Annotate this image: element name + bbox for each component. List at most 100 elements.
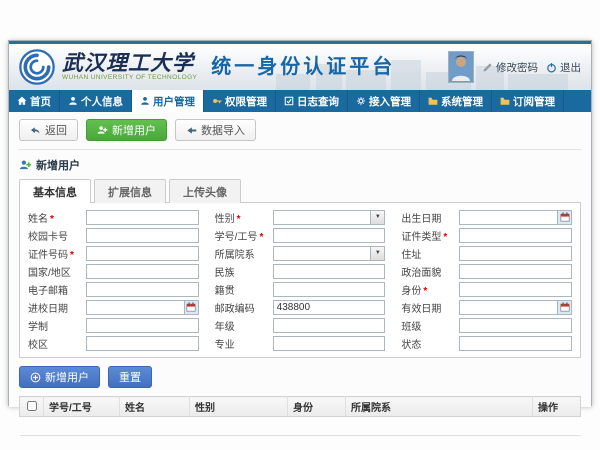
nav-item-home[interactable]: 首页: [9, 90, 60, 112]
data-import-button[interactable]: 数据导入: [175, 119, 256, 141]
toolbar: 返回 新增用户 数据导入: [19, 119, 581, 150]
country-input[interactable]: [86, 264, 199, 279]
chevron-down-icon[interactable]: ▼: [370, 247, 384, 260]
nav-item-access[interactable]: 接入管理: [348, 90, 420, 112]
nav-item-profile[interactable]: 个人信息: [60, 90, 132, 112]
add-user-label: 新增用户: [112, 122, 156, 138]
reset-label: 重置: [119, 369, 141, 385]
id-type-input[interactable]: [459, 228, 572, 243]
logout-link[interactable]: 退出: [546, 60, 581, 75]
add-user-toolbar-button[interactable]: 新增用户: [86, 119, 167, 141]
pencil-icon: [482, 62, 493, 73]
name-input[interactable]: [86, 210, 199, 225]
nav-label: 接入管理: [369, 94, 411, 109]
calendar-icon[interactable]: [557, 301, 571, 314]
users-table: 学号/工号 姓名 性别 身份 所属院系 操作: [19, 396, 581, 436]
entry-date-input[interactable]: [86, 300, 199, 315]
import-arrow-icon: [186, 125, 197, 136]
nav-item-user-management[interactable]: 用户管理: [132, 90, 204, 112]
email-input[interactable]: [86, 282, 199, 297]
birthdate-input[interactable]: [459, 210, 572, 225]
change-password-link[interactable]: 修改密码: [482, 60, 538, 75]
logout-label: 退出: [560, 60, 581, 75]
gender-select[interactable]: [273, 210, 386, 225]
reset-button[interactable]: 重置: [108, 366, 152, 388]
app-window: 武汉理工大学 WUHAN UNIVERSITY OF TECHNOLOGY 统一…: [8, 40, 592, 406]
back-button[interactable]: 返回: [19, 119, 78, 141]
page-title: 统一身份认证平台: [211, 50, 395, 79]
home-icon: [17, 96, 27, 106]
nav-item-permissions[interactable]: 权限管理: [204, 90, 276, 112]
tab-upload-avatar[interactable]: 上传头像: [169, 179, 241, 203]
calendar-icon[interactable]: [184, 301, 198, 314]
ethnicity-input[interactable]: [273, 264, 386, 279]
import-label: 数据导入: [201, 122, 245, 138]
postal-code-input[interactable]: [273, 300, 386, 315]
form-field-campus: 校区: [28, 335, 199, 351]
person-plus-icon: [19, 159, 32, 172]
political-status-input[interactable]: [459, 264, 572, 279]
field-label: 电子邮箱: [28, 282, 86, 297]
tab-extended-info[interactable]: 扩展信息: [94, 179, 166, 203]
field-label: 班级: [401, 318, 459, 333]
campus-input[interactable]: [86, 336, 199, 351]
empty-table-row: [20, 417, 581, 436]
form-field-major: 专业: [215, 335, 386, 351]
nav-label: 首页: [30, 94, 51, 109]
submit-add-user-button[interactable]: 新增用户: [19, 366, 100, 388]
select-all-cell: [20, 397, 44, 417]
header: 武汉理工大学 WUHAN UNIVERSITY OF TECHNOLOGY 统一…: [9, 44, 591, 90]
field-label: 邮政编码: [215, 300, 273, 315]
person-plus-icon: [97, 125, 108, 136]
form-field-name: 姓名*: [28, 209, 199, 225]
form-field-entry-date: 进校日期: [28, 299, 199, 315]
id-number-input[interactable]: [86, 246, 199, 261]
user-icon: [68, 96, 78, 106]
form-actions: 新增用户 重置: [19, 366, 581, 388]
col-operation: 操作: [533, 397, 581, 417]
field-label: 证件号码*: [28, 246, 86, 261]
calendar-icon[interactable]: [557, 211, 571, 224]
chevron-down-icon[interactable]: ▼: [370, 211, 384, 224]
section-title-row: 新增用户: [19, 157, 581, 173]
form-field-gender: 性别*▼: [215, 209, 386, 225]
tab-basic-info[interactable]: 基本信息: [19, 179, 91, 203]
nav-item-logs[interactable]: 日志查询: [276, 90, 348, 112]
nav-label: 系统管理: [441, 94, 483, 109]
identity-input[interactable]: [459, 282, 572, 297]
nav-item-system[interactable]: 系统管理: [420, 90, 492, 112]
form-field-status: 状态: [401, 335, 572, 351]
back-arrow-icon: [30, 125, 41, 136]
nav-label: 权限管理: [225, 94, 267, 109]
form-field-student-id: 学号/工号*: [215, 227, 386, 243]
form-field-address: 住址: [401, 245, 572, 261]
grade-input[interactable]: [273, 318, 386, 333]
select-all-checkbox[interactable]: [27, 401, 37, 411]
class-input[interactable]: [459, 318, 572, 333]
field-label: 国家/地区: [28, 264, 86, 279]
student-id-input[interactable]: [273, 228, 386, 243]
campus-card-input[interactable]: [86, 228, 199, 243]
status-input[interactable]: [459, 336, 572, 351]
field-label: 身份*: [401, 282, 459, 297]
school-system-input[interactable]: [86, 318, 199, 333]
form-field-id-type: 证件类型*: [401, 227, 572, 243]
nav-item-subscriptions[interactable]: 订阅管理: [492, 90, 564, 112]
field-label: 状态: [401, 336, 459, 351]
main-nav: 首页 个人信息 用户管理 权限管理 日志查询 接入管理 系统管理 订阅管理: [9, 90, 591, 112]
field-label: 校区: [28, 336, 86, 351]
col-name: 姓名: [120, 397, 190, 417]
form-field-campus-card: 校园卡号: [28, 227, 199, 243]
native-place-input[interactable]: [273, 282, 386, 297]
nav-label: 订阅管理: [513, 94, 555, 109]
form-field-native-place: 籍贯: [215, 281, 386, 297]
nav-label: 用户管理: [153, 94, 195, 109]
address-input[interactable]: [459, 246, 572, 261]
field-label: 学制: [28, 318, 86, 333]
valid-date-input[interactable]: [459, 300, 572, 315]
field-label: 有效日期: [401, 300, 459, 315]
header-actions: 修改密码 退出: [448, 44, 581, 90]
department-select[interactable]: [273, 246, 386, 261]
major-input[interactable]: [273, 336, 386, 351]
field-label: 学号/工号*: [215, 228, 273, 243]
